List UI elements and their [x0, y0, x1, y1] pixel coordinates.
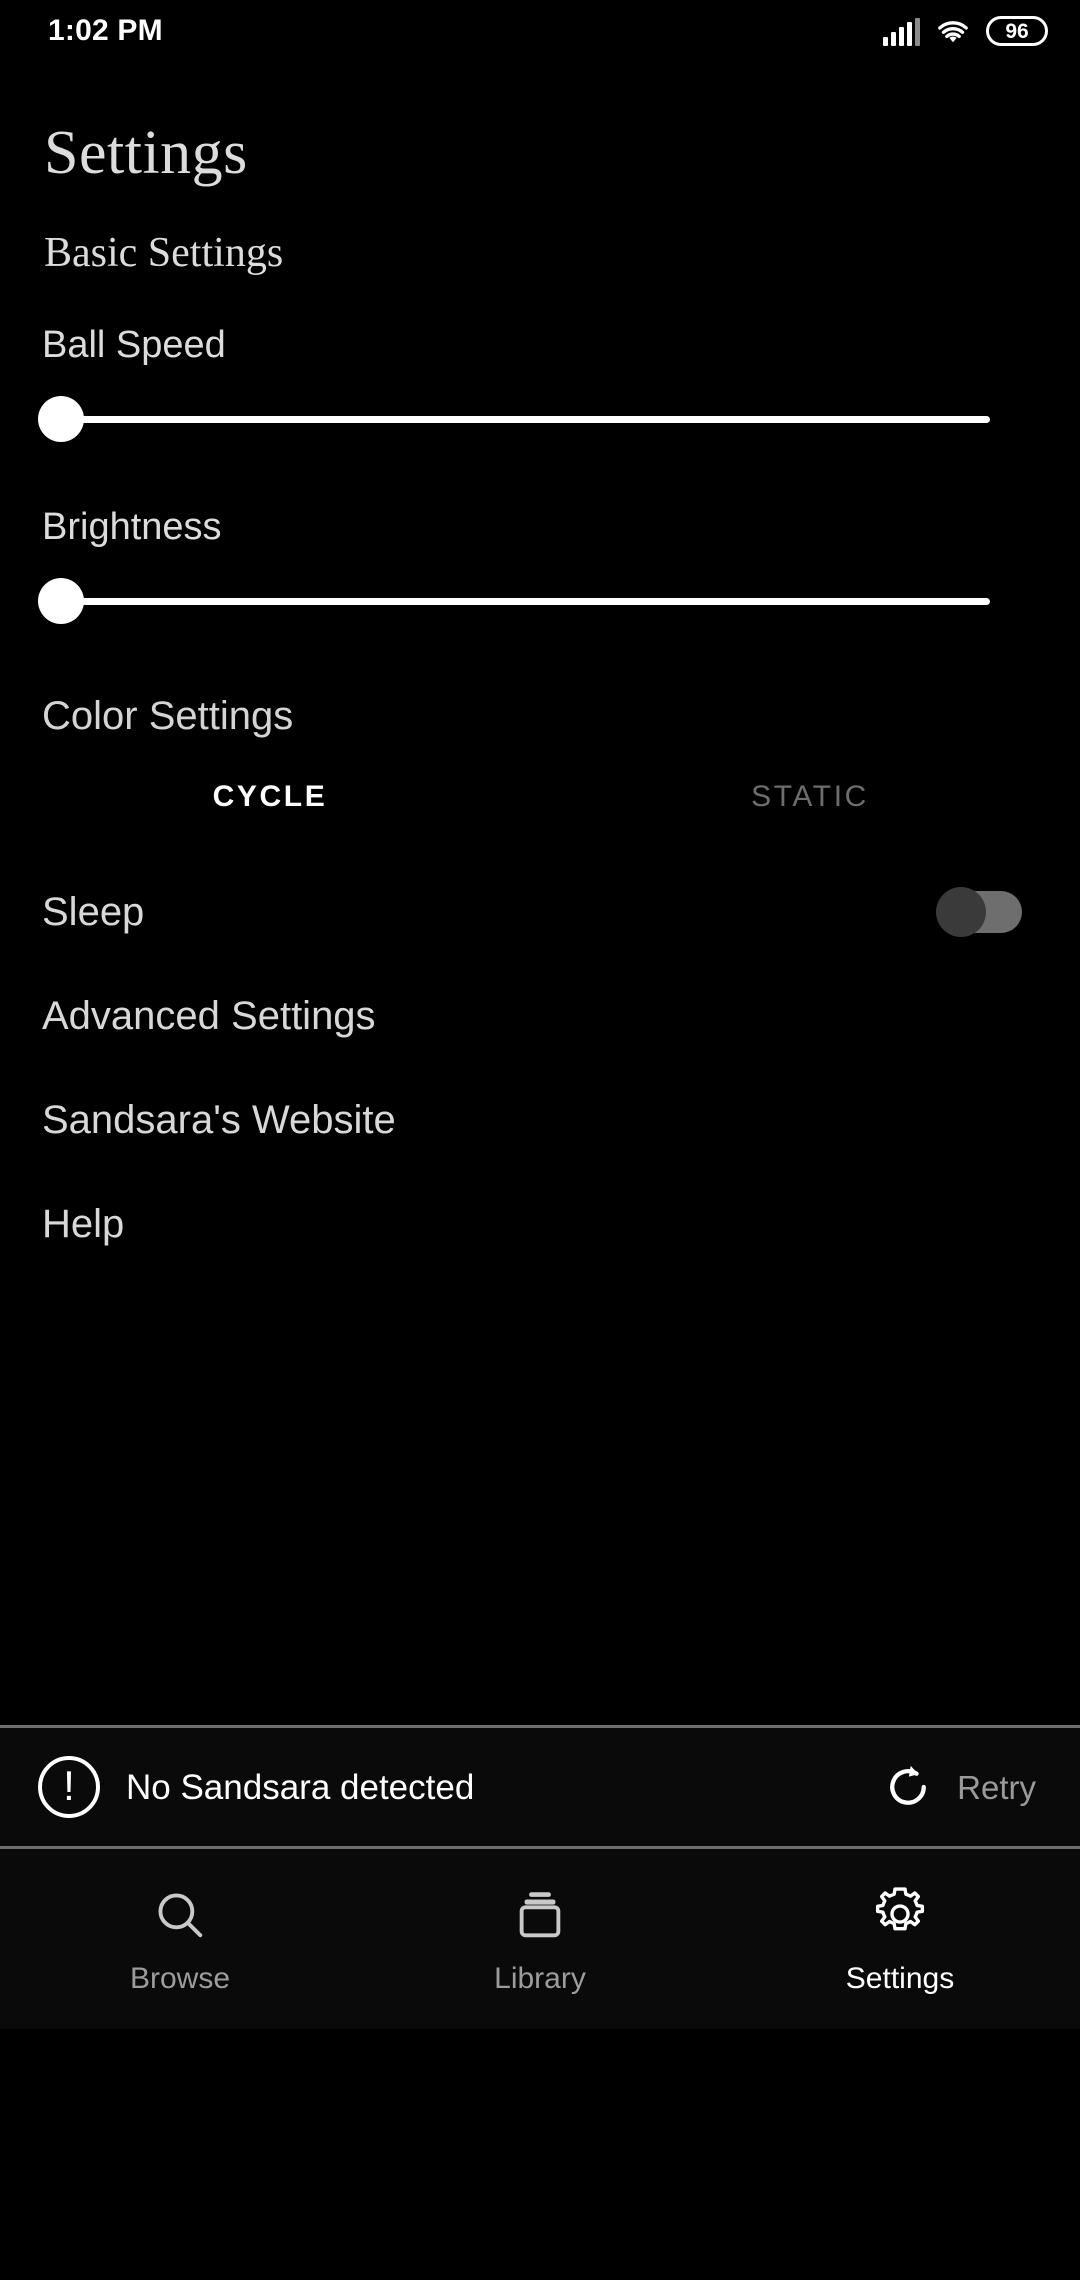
brightness-slider-thumb[interactable] — [38, 578, 84, 624]
tab-static[interactable]: STATIC — [540, 780, 1080, 814]
sleep-row[interactable]: Sleep — [0, 860, 1080, 964]
refresh-icon[interactable] — [881, 1760, 935, 1814]
brightness-label: Brightness — [42, 506, 222, 548]
nav-label-browse[interactable]: Browse — [130, 1964, 230, 1994]
ball-speed-slider[interactable] — [0, 382, 1080, 456]
color-mode-tabs: CYCLE STATIC — [0, 780, 1080, 814]
status-bar-clock: 1:02 PM — [48, 14, 163, 47]
ball-speed-label: Ball Speed — [42, 324, 226, 366]
nav-item-browse[interactable]: Browse — [0, 1884, 360, 1994]
color-settings-heading: Color Settings — [42, 694, 294, 738]
retry-label[interactable]: Retry — [957, 1771, 1036, 1804]
brightness-slider-track[interactable] — [38, 578, 990, 624]
phone-screen: 1:02 PM 96 Settings Basic Settings Ball … — [0, 0, 1080, 2280]
retry-button[interactable]: Retry — [881, 1760, 1036, 1814]
page-title: Settings — [44, 119, 248, 187]
nav-label-library[interactable]: Library — [494, 1964, 586, 1994]
status-bar-icons: 96 — [883, 16, 1048, 46]
ball-speed-slider-track[interactable] — [38, 396, 990, 442]
cellular-signal-icon — [883, 18, 920, 46]
brightness-slider[interactable] — [0, 564, 1080, 638]
nav-item-library[interactable]: Library — [360, 1884, 720, 1994]
system-status-bar: 1:02 PM 96 — [0, 0, 1080, 62]
search-icon[interactable] — [149, 1884, 211, 1946]
sleep-label: Sleep — [42, 890, 145, 934]
battery-percent-label: 96 — [1005, 19, 1029, 43]
device-status-text: No Sandsara detected — [126, 1767, 475, 1807]
wifi-icon — [938, 21, 968, 43]
ball-speed-slider-thumb[interactable] — [38, 396, 84, 442]
exclamation-circle-icon: ! — [38, 1756, 100, 1818]
sleep-toggle[interactable] — [936, 887, 1022, 937]
tab-cycle[interactable]: CYCLE — [0, 780, 540, 814]
nav-item-settings[interactable]: Settings — [720, 1884, 1080, 1994]
library-stack-icon[interactable] — [509, 1884, 571, 1946]
menu-item-help[interactable]: Help — [0, 1172, 1080, 1276]
menu-item-sandsara-website[interactable]: Sandsara's Website — [0, 1068, 1080, 1172]
bottom-navigation-bar: Browse Library Settings — [0, 1849, 1080, 2029]
device-status-bar: ! No Sandsara detected Retry — [0, 1728, 1080, 1846]
device-status-message-group: ! No Sandsara detected — [38, 1756, 474, 1818]
nav-label-settings[interactable]: Settings — [846, 1964, 954, 1994]
sleep-toggle-knob — [936, 887, 986, 937]
menu-item-advanced-settings[interactable]: Advanced Settings — [0, 964, 1080, 1068]
basic-settings-heading: Basic Settings — [44, 230, 284, 276]
battery-icon: 96 — [986, 16, 1048, 46]
gear-icon[interactable] — [869, 1884, 931, 1946]
